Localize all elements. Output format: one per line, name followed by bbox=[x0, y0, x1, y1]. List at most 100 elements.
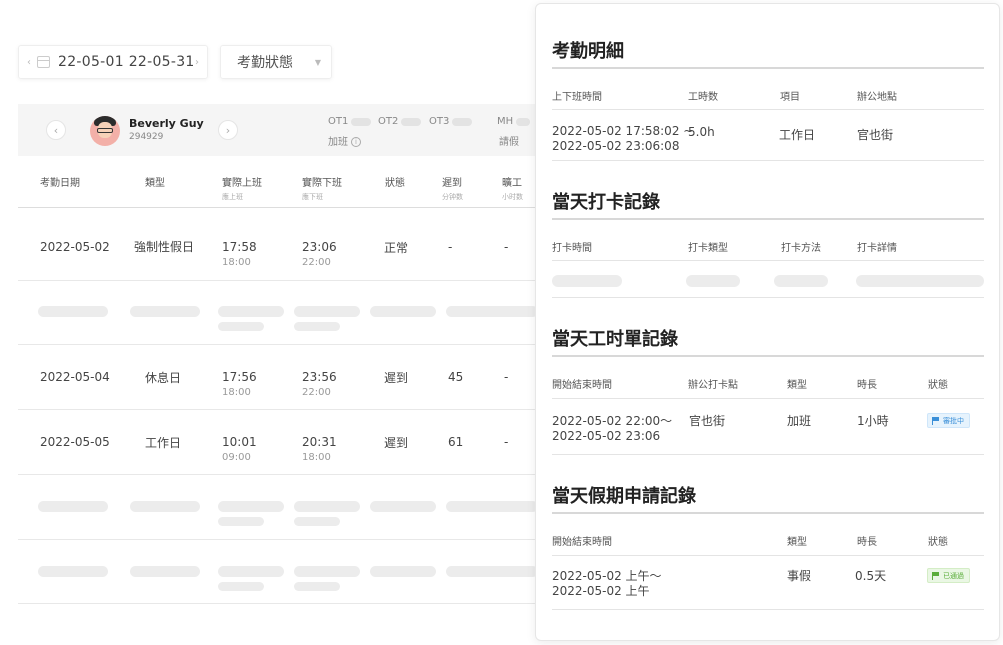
loading-placeholder bbox=[218, 582, 264, 591]
flag-icon bbox=[932, 417, 940, 425]
loading-placeholder bbox=[294, 582, 340, 591]
date-range-text: 22-05-01 22-05-31 bbox=[58, 54, 195, 70]
loading-placeholder bbox=[130, 306, 200, 317]
detail-item: 工作日 bbox=[779, 128, 816, 142]
worksheet-location: 官也街 bbox=[689, 414, 726, 428]
row-clock-out: 23:56 22:00 bbox=[302, 370, 337, 398]
col-header-type: 類型 bbox=[145, 178, 165, 189]
loading-placeholder bbox=[370, 306, 436, 317]
detail-hours: 5.0h bbox=[688, 125, 715, 139]
prev-employee-button[interactable]: ‹ bbox=[46, 120, 66, 140]
section-divider bbox=[552, 512, 984, 514]
detail-header-hours: 工時数 bbox=[688, 92, 718, 103]
ot2-label: OT2 bbox=[378, 116, 399, 127]
col-header-clock-in: 實際上班 應上班 bbox=[222, 178, 262, 201]
section-divider bbox=[552, 355, 984, 357]
punch-header-detail: 打卡詳情 bbox=[857, 243, 897, 254]
overtime-label: 加班 i bbox=[328, 133, 361, 148]
filter-bar: ‹ 22-05-01 22-05-31 › 考勤狀態 ▼ bbox=[18, 45, 332, 79]
loading-placeholder bbox=[446, 566, 538, 577]
loading-placeholder bbox=[370, 501, 436, 512]
divider bbox=[552, 160, 984, 161]
row-clock-in: 10:01 09:00 bbox=[222, 435, 257, 463]
mh-stat: MH bbox=[497, 116, 531, 127]
table-row[interactable]: 2022-05-04 休息日 17:56 18:00 23:56 22:00 遲到 … bbox=[18, 345, 538, 407]
detail-time-range: 2022-05-02 17:58:02 ~2022-05-02 23:06:08 bbox=[552, 124, 694, 153]
divider bbox=[18, 603, 538, 604]
row-type: 強制性假日 bbox=[134, 240, 195, 254]
mh-label: MH bbox=[497, 116, 514, 127]
punch-header-time: 打卡時間 bbox=[552, 243, 592, 254]
row-clock-in: 17:58 18:00 bbox=[222, 240, 257, 268]
row-date: 2022-05-04 bbox=[40, 370, 110, 384]
row-clock-out: 23:06 22:00 bbox=[302, 240, 337, 268]
row-status: 遲到 bbox=[384, 436, 409, 450]
ot2-stat: OT2 bbox=[378, 116, 422, 127]
ot3-stat: OT3 bbox=[429, 116, 473, 127]
avatar bbox=[90, 116, 120, 146]
row-clock-out: 20:31 18:00 bbox=[302, 435, 337, 463]
status-select-label: 考勤狀態 bbox=[237, 55, 293, 71]
row-date: 2022-05-02 bbox=[40, 240, 110, 254]
loading-placeholder bbox=[38, 501, 108, 512]
next-range-arrow-icon[interactable]: › bbox=[195, 57, 199, 68]
ot3-value-placeholder bbox=[452, 117, 473, 126]
loading-placeholder bbox=[218, 501, 284, 512]
row-absent: - bbox=[504, 435, 509, 449]
loading-placeholder bbox=[218, 306, 284, 317]
section-title-leave: 當天假期申請記錄 bbox=[552, 486, 696, 507]
detail-header-time: 上下班時間 bbox=[552, 92, 602, 103]
loading-placeholder bbox=[218, 517, 264, 526]
row-date: 2022-05-05 bbox=[40, 435, 110, 449]
loading-placeholder bbox=[38, 566, 108, 577]
ot3-label: OT3 bbox=[429, 116, 450, 127]
loading-placeholder bbox=[294, 306, 360, 317]
loading-placeholder bbox=[686, 275, 740, 287]
prev-range-arrow-icon[interactable]: ‹ bbox=[27, 57, 31, 68]
row-type: 工作日 bbox=[145, 436, 182, 450]
ot1-label: OT1 bbox=[328, 116, 349, 127]
leave-duration: 0.5天 bbox=[855, 569, 887, 583]
leave-header-time: 開始結束時間 bbox=[552, 537, 612, 548]
divider bbox=[552, 260, 984, 261]
detail-header-item: 項目 bbox=[780, 92, 800, 103]
row-type: 休息日 bbox=[145, 371, 182, 385]
section-divider bbox=[552, 218, 984, 220]
loading-placeholder bbox=[294, 322, 340, 331]
worksheet-header-location: 辦公打卡點 bbox=[688, 380, 738, 391]
ot2-value-placeholder bbox=[401, 117, 422, 126]
attendance-status-select[interactable]: 考勤狀態 ▼ bbox=[220, 45, 332, 79]
divider bbox=[18, 207, 538, 208]
leave-type: 事假 bbox=[787, 569, 812, 583]
loading-placeholder bbox=[130, 566, 200, 577]
status-badge: 審批中 bbox=[927, 413, 970, 428]
section-title-worksheet: 當天工时單記錄 bbox=[552, 329, 678, 350]
employee-bar: ‹ Beverly Guy 294929 › OT1 OT2 OT3 MH 加班… bbox=[18, 104, 538, 156]
row-absent: - bbox=[504, 240, 509, 254]
info-icon[interactable]: i bbox=[351, 137, 361, 147]
mh-value-placeholder bbox=[516, 117, 531, 126]
divider bbox=[552, 454, 984, 455]
leave-header-status: 狀態 bbox=[928, 537, 948, 548]
worksheet-header-time: 開始結束時間 bbox=[552, 380, 612, 391]
table-row[interactable]: 2022-05-05 工作日 10:01 09:00 20:31 18:00 遲到 … bbox=[18, 410, 538, 472]
row-late: 61 bbox=[448, 435, 464, 449]
row-clock-in: 17:56 18:00 bbox=[222, 370, 257, 398]
row-status: 遲到 bbox=[384, 371, 409, 385]
next-employee-button[interactable]: › bbox=[218, 120, 238, 140]
divider bbox=[552, 109, 984, 110]
loading-placeholder bbox=[294, 517, 340, 526]
punch-header-method: 打卡方法 bbox=[781, 243, 821, 254]
divider bbox=[552, 609, 984, 610]
date-range-picker[interactable]: ‹ 22-05-01 22-05-31 › bbox=[18, 45, 208, 79]
loading-placeholder bbox=[774, 275, 828, 287]
divider bbox=[18, 280, 538, 281]
table-row[interactable]: 2022-05-02 強制性假日 17:58 18:00 23:06 22:00 正… bbox=[18, 215, 538, 277]
loading-placeholder bbox=[294, 566, 360, 577]
row-late: 45 bbox=[448, 370, 464, 384]
leave-header-duration: 時長 bbox=[857, 537, 877, 548]
col-header-late: 遲到 分钟数 bbox=[442, 178, 463, 201]
attendance-detail-panel: 考勤明細 上下班時間 工時数 項目 辦公地點 2022-05-02 17:58:… bbox=[535, 3, 1000, 641]
divider bbox=[552, 555, 984, 556]
col-header-absent: 曠工 小时数 bbox=[502, 178, 523, 201]
